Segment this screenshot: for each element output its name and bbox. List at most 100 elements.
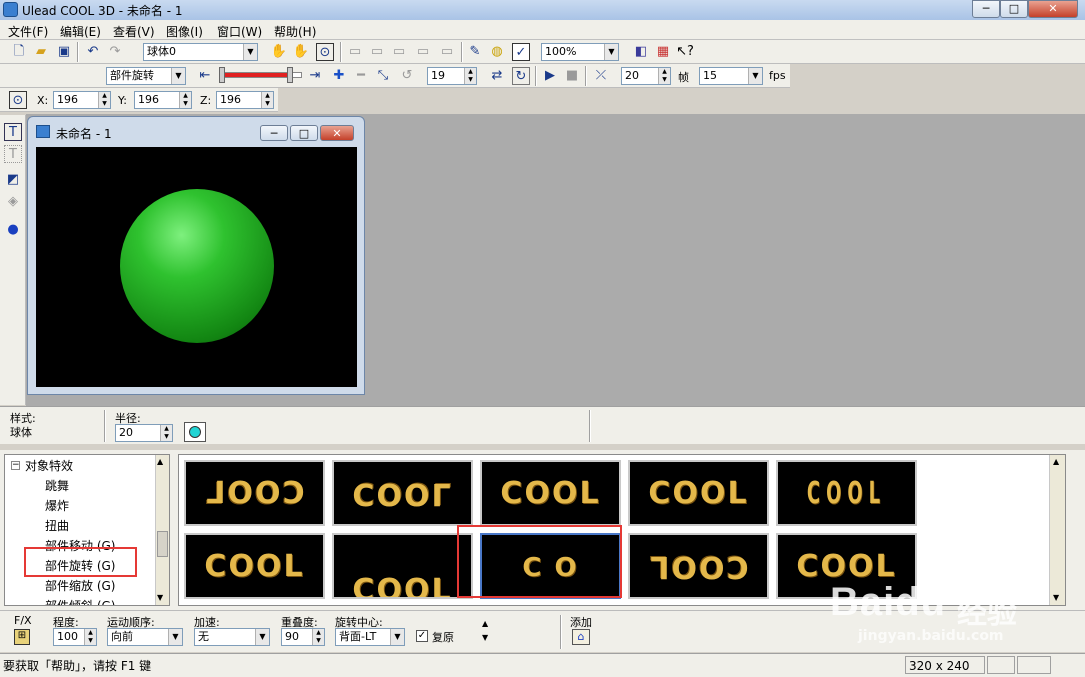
help-pointer-icon[interactable]: ↖?	[676, 43, 694, 61]
smooth-motion-icon[interactable]: ⤫	[592, 67, 610, 85]
x-spinner[interactable]: 196 ▲ ▼	[53, 91, 111, 109]
spinner-arrows-icon[interactable]: ▲ ▼	[312, 629, 324, 645]
tree-item-twist[interactable]: 扭曲	[45, 517, 69, 534]
scroll-down-icon[interactable]: ▼	[482, 633, 488, 642]
timeline-end-handle[interactable]	[287, 67, 293, 83]
effect-thumbnail[interactable]: COOL	[776, 460, 917, 526]
menu-image[interactable]: 图像(I)	[166, 23, 203, 40]
center-combo[interactable]: 背面-LT ▼	[335, 628, 405, 646]
new-icon[interactable]: 🗋	[10, 43, 28, 61]
insert-geometry-icon[interactable]: ●	[4, 221, 22, 239]
menu-help[interactable]: 帮助(H)	[274, 23, 316, 40]
close-button[interactable]: ✕	[1028, 0, 1078, 18]
current-frame-spinner[interactable]: 19 ▲ ▼	[427, 67, 477, 85]
size-object-icon[interactable]: ⊙	[316, 43, 334, 61]
green-sphere[interactable]	[120, 189, 274, 343]
y-spinner[interactable]: 196 ▲ ▼	[134, 91, 192, 109]
effect-thumbnail[interactable]: COOL	[628, 460, 769, 526]
effect-icon[interactable]: ✎	[466, 43, 484, 61]
degree-spinner[interactable]: 100 ▲ ▼	[53, 628, 97, 646]
effect-thumbnail[interactable]: COOL	[480, 460, 621, 526]
overlap-spinner[interactable]: 90 ▲ ▼	[281, 628, 325, 646]
edit-graphic-icon[interactable]: ◈	[4, 193, 22, 211]
reverse-icon[interactable]: ↺	[398, 67, 416, 85]
radius-spinner[interactable]: 20 ▲ ▼	[115, 424, 173, 442]
position-icon[interactable]: ⊙	[9, 91, 27, 109]
effect-combo[interactable]: 部件旋转 ▼	[106, 67, 186, 85]
group-icon[interactable]: ▭	[438, 43, 456, 61]
scroll-up-icon[interactable]: ▲	[482, 619, 488, 628]
spinner-arrows-icon[interactable]: ▲ ▼	[98, 92, 110, 108]
align-right-icon[interactable]: ▭	[390, 43, 408, 61]
order-combo[interactable]: 向前 ▼	[107, 628, 183, 646]
undo-icon[interactable]: ↶	[84, 43, 102, 61]
spinner-arrows-icon[interactable]: ▲ ▼	[464, 68, 476, 84]
spinner-arrows-icon[interactable]: ▲ ▼	[179, 92, 191, 108]
scroll-down-icon[interactable]: ▼	[157, 593, 163, 602]
tree-item-part-skew[interactable]: 部件倾斜 (G)	[45, 597, 115, 605]
spinner-arrows-icon[interactable]: ▲ ▼	[84, 629, 96, 645]
timeline-start-handle[interactable]	[219, 67, 225, 83]
fx-toggle-icon[interactable]: ⊞	[14, 629, 30, 645]
fps-combo[interactable]: 15 ▼	[699, 67, 763, 85]
effect-thumbnail[interactable]: COOL	[184, 533, 325, 599]
add-keyframe-icon[interactable]: ✚	[330, 67, 348, 85]
object-combo[interactable]: 球体0 ▼	[143, 43, 258, 61]
preview-canvas[interactable]	[36, 147, 357, 387]
spinner-arrows-icon[interactable]: ▲ ▼	[658, 68, 670, 84]
open-icon[interactable]: ▰	[32, 43, 50, 61]
menu-file[interactable]: 文件(F)	[8, 23, 48, 40]
tree-item-dance[interactable]: 跳舞	[45, 477, 69, 494]
align-left-icon[interactable]: ▭	[346, 43, 364, 61]
move-hand-icon[interactable]: ✋	[270, 43, 288, 61]
redo-icon[interactable]: ↷	[106, 43, 124, 61]
edit-text-icon[interactable]: T	[4, 145, 22, 163]
menu-window[interactable]: 窗口(W)	[217, 23, 262, 40]
document-minimize-button[interactable]: ─	[260, 125, 288, 141]
total-frames-spinner[interactable]: 20 ▲ ▼	[621, 67, 671, 85]
palette-icon[interactable]: ▦	[654, 43, 672, 61]
tree-scroll-thumb[interactable]	[157, 531, 168, 557]
tree-scrollbar[interactable]: ▲ ▼	[155, 455, 169, 605]
minimize-button[interactable]: ─	[972, 0, 1000, 18]
check-view-icon[interactable]: ✓	[512, 43, 530, 61]
insert-graphic-icon[interactable]: ◩	[4, 171, 22, 189]
export-icon[interactable]: ◧	[632, 43, 650, 61]
rotate-hand-icon[interactable]: ✋	[292, 43, 310, 61]
effect-thumbnail[interactable]: COOL	[628, 533, 769, 599]
effect-thumbnail[interactable]: COOL	[332, 533, 473, 599]
globe-icon[interactable]: ◍	[488, 43, 506, 61]
effect-thumbnail[interactable]: COOL	[332, 460, 473, 526]
spinner-arrows-icon[interactable]: ▲ ▼	[160, 425, 172, 441]
timeline-slider[interactable]	[219, 67, 302, 83]
z-spinner[interactable]: 196 ▲ ▼	[216, 91, 274, 109]
tree-item-part-scale[interactable]: 部件缩放 (G)	[45, 577, 115, 594]
tree-root[interactable]: 对象特效	[25, 457, 73, 474]
tree-item-explode[interactable]: 爆炸	[45, 497, 69, 514]
first-frame-icon[interactable]: ⇤	[196, 67, 214, 85]
tree-collapse-icon[interactable]: −	[11, 461, 20, 470]
ping-pong-icon[interactable]: ↻	[512, 67, 530, 85]
menu-edit[interactable]: 编辑(E)	[60, 23, 101, 40]
zoom-combo[interactable]: 100% ▼	[541, 43, 619, 61]
document-maximize-button[interactable]: □	[290, 125, 318, 141]
scroll-up-icon[interactable]: ▲	[157, 457, 163, 466]
stop-icon[interactable]: ■	[563, 67, 581, 85]
restore-checkbox[interactable]: ✓	[416, 630, 428, 642]
loop-icon[interactable]: ⇄	[488, 67, 506, 85]
remove-keyframe-icon[interactable]: ━	[352, 67, 370, 85]
distribute-icon[interactable]: ▭	[414, 43, 432, 61]
effect-thumbnail[interactable]: COOL	[184, 460, 325, 526]
spinner-arrows-icon[interactable]: ▲ ▼	[261, 92, 273, 108]
play-icon[interactable]: ▶	[541, 67, 559, 85]
last-frame-icon[interactable]: ⇥	[306, 67, 324, 85]
color-button[interactable]	[184, 422, 206, 442]
split-keyframe-icon[interactable]: ⤡	[374, 67, 392, 85]
accel-combo[interactable]: 无 ▼	[194, 628, 270, 646]
scroll-down-icon[interactable]: ▼	[1053, 593, 1059, 602]
menu-view[interactable]: 查看(V)	[113, 23, 155, 40]
document-close-button[interactable]: ✕	[320, 125, 354, 141]
add-effect-icon[interactable]: ⌂	[572, 629, 590, 645]
scroll-up-icon[interactable]: ▲	[1053, 457, 1059, 466]
save-icon[interactable]: ▣	[55, 43, 73, 61]
